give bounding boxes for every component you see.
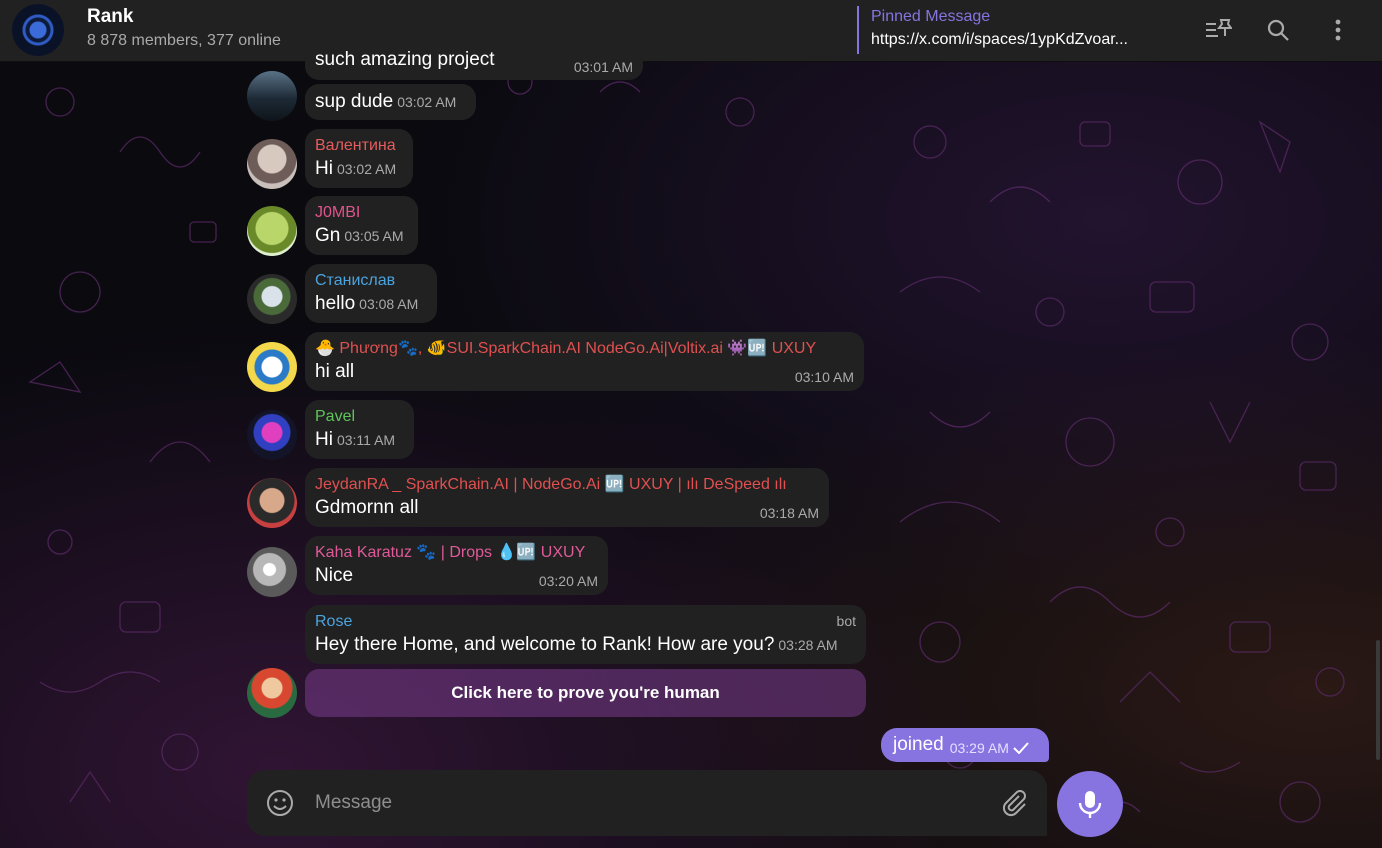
- message-input[interactable]: [315, 788, 975, 818]
- pinned-label: Pinned Message: [871, 8, 991, 25]
- message-text: joined: [893, 734, 944, 755]
- message-time: 03:29 AM: [949, 740, 1009, 756]
- message-text: hello: [315, 293, 356, 314]
- own-message-bubble[interactable]: joined 03:29 AM: [881, 728, 1049, 762]
- message-text: Hi: [315, 158, 333, 179]
- message-time: 03:10 AM: [794, 369, 854, 385]
- message-bubble[interactable]: Kaha Karatuz 🐾 | Drops 💧🆙 UXUY Nice 03:2…: [305, 536, 608, 595]
- message-time: 03:28 AM: [778, 637, 838, 653]
- message-bubble[interactable]: JeydanRA _ SparkChain.AI | NodeGo.Ai 🆙 U…: [305, 468, 829, 527]
- pinned-list-icon[interactable]: [1202, 14, 1234, 46]
- message-text: hi all: [315, 361, 355, 382]
- pinned-message[interactable]: Pinned Message https://x.com/i/spaces/1y…: [857, 6, 1177, 54]
- avatar[interactable]: [247, 206, 297, 256]
- sender-name[interactable]: 🐣 Phương🐾, 🐠SUI.SparkChain.AI NodeGo.Ai|…: [315, 338, 855, 360]
- doodle-pattern: [28, 69, 1345, 823]
- attach-icon[interactable]: [999, 788, 1029, 818]
- message-text: Hey there Home, and welcome to Rank! How…: [315, 634, 775, 655]
- message-time: 03:08 AM: [359, 296, 419, 312]
- message-bubble[interactable]: Станислав hello 03:08 AM: [305, 264, 437, 323]
- message-time: 03:18 AM: [759, 505, 819, 521]
- avatar[interactable]: [247, 547, 297, 597]
- message-time: 03:01 AM: [573, 59, 633, 75]
- avatar[interactable]: [247, 139, 297, 189]
- message-text: such amazing project: [315, 50, 495, 70]
- sender-name[interactable]: Kaha Karatuz 🐾 | Drops 💧🆙 UXUY: [315, 542, 598, 564]
- sender-name[interactable]: Станислав: [315, 270, 427, 292]
- chat-background: [0, 62, 1382, 848]
- chat-scrollbar[interactable]: [1376, 640, 1380, 760]
- sender-name[interactable]: Rose: [315, 611, 856, 633]
- message-bubble[interactable]: Rose bot Hey there Home, and welcome to …: [305, 605, 866, 664]
- message-text: sup dude: [315, 91, 394, 112]
- avatar[interactable]: [247, 274, 297, 324]
- more-options-icon[interactable]: [1322, 14, 1354, 46]
- chat-members-status: 8 878 members, 377 online: [87, 32, 281, 49]
- message-composer: [247, 770, 1047, 836]
- sender-name[interactable]: J0MBI: [315, 202, 408, 224]
- message-time: 03:02 AM: [336, 161, 397, 177]
- microphone-button[interactable]: [1057, 771, 1123, 837]
- avatar[interactable]: [247, 71, 297, 121]
- bot-badge: bot: [836, 613, 856, 629]
- sender-name[interactable]: Валентина: [315, 135, 403, 157]
- sender-name[interactable]: JeydanRA _ SparkChain.AI | NodeGo.Ai 🆙 U…: [315, 474, 820, 496]
- message-bubble[interactable]: Pavel Hi 03:11 AM: [305, 400, 414, 459]
- message-bubble[interactable]: 🐣 Phương🐾, 🐠SUI.SparkChain.AI NodeGo.Ai|…: [305, 332, 864, 391]
- search-icon[interactable]: [1262, 14, 1294, 46]
- avatar[interactable]: [247, 342, 297, 392]
- microphone-icon: [1078, 791, 1102, 818]
- message-text: Gdmornn all: [315, 497, 419, 518]
- message-time: 03:11 AM: [336, 432, 396, 448]
- chat-avatar[interactable]: [12, 4, 64, 56]
- avatar[interactable]: [247, 668, 297, 718]
- chat-header[interactable]: Rank 8 878 members, 377 online Pinned Me…: [0, 0, 1382, 62]
- message-text: Hi: [315, 429, 333, 450]
- message-text: Gn: [315, 225, 341, 246]
- message-bubble[interactable]: sup dude 03:02 AM: [305, 84, 476, 120]
- pinned-text: https://x.com/i/spaces/1ypKdZvoar...: [871, 31, 1128, 48]
- avatar[interactable]: [247, 410, 297, 460]
- chat-title[interactable]: Rank: [87, 6, 133, 28]
- message-bubble[interactable]: such amazing project 03:01 AM: [305, 50, 643, 80]
- emoji-icon[interactable]: [265, 788, 295, 818]
- message-time: 03:02 AM: [397, 94, 457, 110]
- message-time: 03:05 AM: [344, 228, 404, 244]
- message-bubble[interactable]: Валентина Hi 03:02 AM: [305, 129, 413, 188]
- prove-human-button[interactable]: Click here to prove you're human: [305, 669, 866, 717]
- message-time: 03:20 AM: [538, 573, 598, 589]
- message-bubble[interactable]: J0MBI Gn 03:05 AM: [305, 196, 418, 255]
- avatar[interactable]: [247, 478, 297, 528]
- sender-name[interactable]: Pavel: [315, 406, 404, 428]
- sent-check-icon: [1013, 742, 1029, 754]
